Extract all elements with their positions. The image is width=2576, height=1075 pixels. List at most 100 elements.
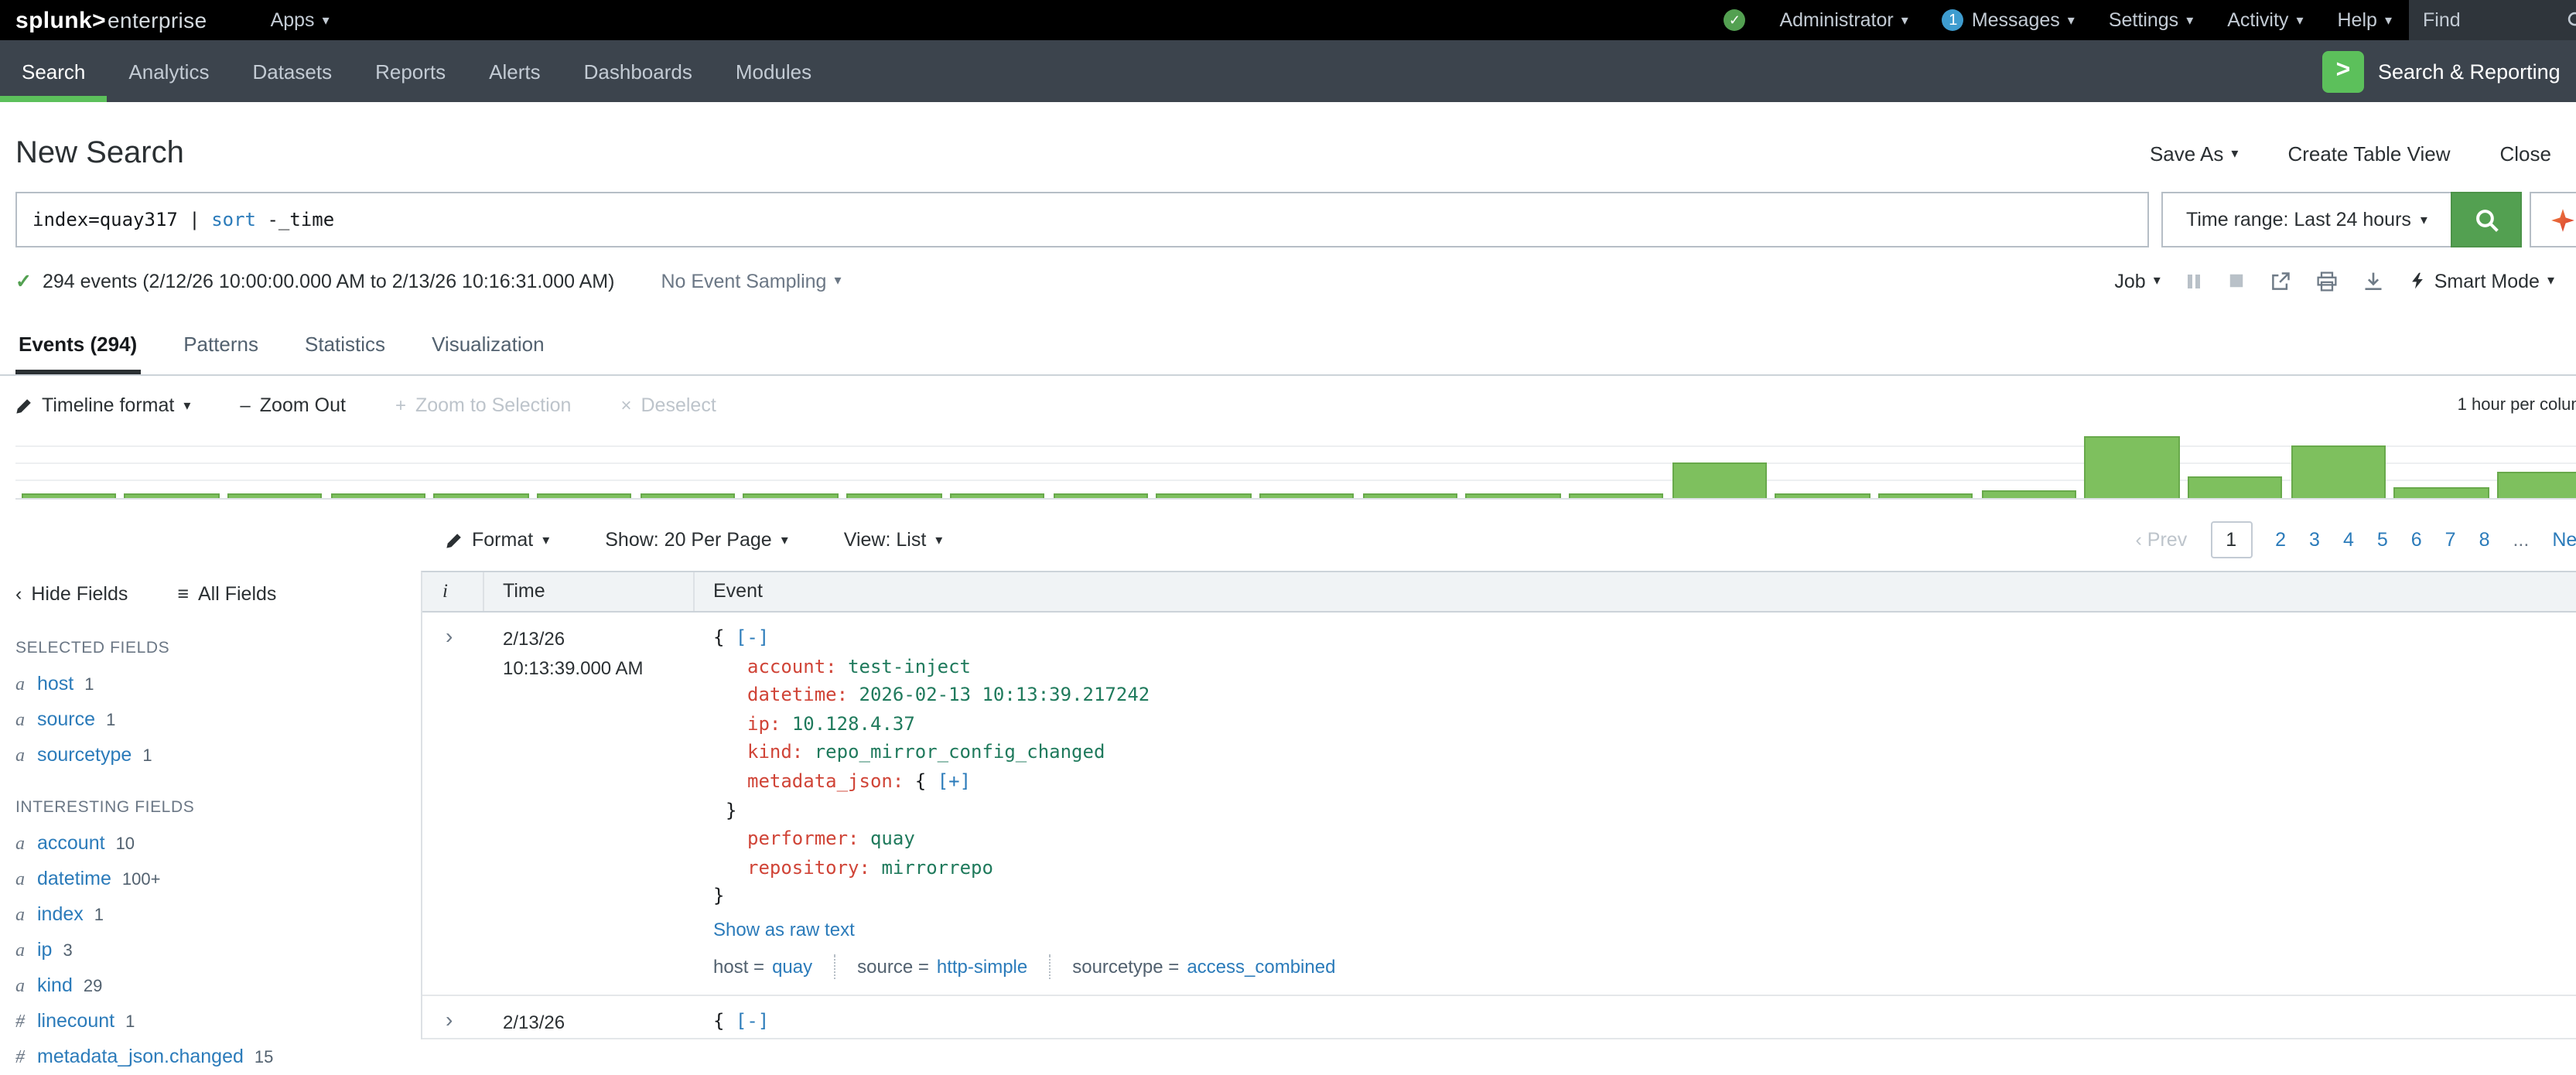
- meta-field-value[interactable]: http-simple: [937, 956, 1027, 978]
- page-button-2[interactable]: 2: [2275, 529, 2286, 551]
- result-tab-events[interactable]: Events (294): [15, 320, 140, 374]
- nav-tab-datasets[interactable]: Datasets: [231, 40, 354, 102]
- timeline-bar[interactable]: [846, 493, 941, 498]
- save-as-menu[interactable]: Save As ▾: [2150, 142, 2238, 166]
- timeline-bar[interactable]: [641, 493, 736, 498]
- field-item-ip[interactable]: aip3: [15, 939, 405, 962]
- timeline-bar[interactable]: [330, 493, 425, 498]
- nav-tab-dashboards[interactable]: Dashboards: [562, 40, 714, 102]
- result-tab-patterns[interactable]: Patterns: [180, 320, 261, 374]
- result-tab-statistics[interactable]: Statistics: [302, 320, 388, 374]
- health-status-menu[interactable]: ✓: [1707, 0, 1762, 40]
- json-collapse-toggle[interactable]: [-]: [736, 1010, 769, 1032]
- find-input[interactable]: Find: [2409, 0, 2576, 40]
- ai-assistant-button[interactable]: [2530, 192, 2576, 247]
- timeline-bar[interactable]: [2497, 472, 2576, 498]
- field-item-sourcetype[interactable]: asourcetype1: [15, 744, 405, 767]
- timeline-bar[interactable]: [537, 493, 632, 498]
- page-button-8[interactable]: 8: [2479, 529, 2490, 551]
- timeline-bar[interactable]: [1569, 493, 1664, 498]
- apps-menu[interactable]: Apps ▾: [254, 0, 347, 40]
- timeline-bar[interactable]: [1672, 462, 1767, 498]
- nav-tab-reports[interactable]: Reports: [354, 40, 467, 102]
- page-button-4[interactable]: 4: [2343, 529, 2354, 551]
- print-button[interactable]: [2317, 270, 2339, 292]
- expand-row-icon[interactable]: ›: [446, 1007, 453, 1032]
- page-button-1[interactable]: 1: [2210, 521, 2252, 558]
- expand-row-icon[interactable]: ›: [446, 623, 453, 648]
- timeline-bar[interactable]: [1878, 493, 1973, 498]
- create-table-view-button[interactable]: Create Table View: [2287, 142, 2450, 166]
- timeline-bar-slot: [2184, 476, 2287, 498]
- event-timeline-chart[interactable]: [15, 428, 2576, 500]
- result-tab-visualization[interactable]: Visualization: [429, 320, 548, 374]
- view-menu[interactable]: View: List ▾: [844, 529, 943, 551]
- page-button-5[interactable]: 5: [2377, 529, 2388, 551]
- job-menu[interactable]: Job ▾: [2114, 270, 2160, 292]
- timeline-format-menu[interactable]: Timeline format ▾: [15, 394, 190, 416]
- search-query-input[interactable]: index=quay317 | sort -_time: [15, 192, 2149, 247]
- timeline-bar[interactable]: [743, 493, 839, 498]
- messages-menu[interactable]: 1 Messages ▾: [1925, 0, 2092, 40]
- timeline-bar[interactable]: [2188, 476, 2283, 498]
- prev-page-button: ‹ Prev: [2136, 529, 2188, 551]
- app-switcher[interactable]: > Search & Reporting: [2322, 40, 2576, 102]
- timeline-bar[interactable]: [21, 493, 116, 498]
- meta-field-label: host =: [713, 956, 764, 978]
- nav-tab-analytics[interactable]: Analytics: [107, 40, 231, 102]
- nav-tab-alerts[interactable]: Alerts: [467, 40, 562, 102]
- nav-tab-modules[interactable]: Modules: [714, 40, 833, 102]
- field-item-index[interactable]: aindex1: [15, 903, 405, 927]
- timeline-bar[interactable]: [1362, 493, 1457, 498]
- json-collapse-toggle[interactable]: [-]: [736, 626, 769, 648]
- field-item-account[interactable]: aaccount10: [15, 832, 405, 855]
- page-button-3[interactable]: 3: [2309, 529, 2320, 551]
- timeline-bar[interactable]: [1466, 493, 1561, 498]
- help-menu[interactable]: Help ▾: [2321, 0, 2410, 40]
- share-button[interactable]: [2270, 270, 2292, 292]
- per-page-menu[interactable]: Show: 20 Per Page ▾: [605, 529, 788, 551]
- time-range-label: Time range: Last 24 hours: [2186, 209, 2411, 230]
- search-mode-menu[interactable]: Smart Mode ▾: [2410, 270, 2554, 292]
- nav-tab-search[interactable]: Search: [0, 40, 107, 102]
- field-item-datetime[interactable]: adatetime100+: [15, 868, 405, 891]
- page-button-6[interactable]: 6: [2411, 529, 2422, 551]
- timeline-bar[interactable]: [434, 493, 529, 498]
- close-button[interactable]: Close: [2500, 142, 2552, 166]
- zoom-out-button[interactable]: – Zoom Out: [240, 394, 346, 416]
- timeline-bar[interactable]: [1156, 493, 1251, 498]
- timeline-bar[interactable]: [1259, 493, 1355, 498]
- meta-field-value[interactable]: quay: [772, 956, 812, 978]
- search-button[interactable]: [2451, 192, 2522, 247]
- all-fields-link[interactable]: ≡ All Fields: [177, 583, 276, 605]
- page-button-7[interactable]: 7: [2445, 529, 2456, 551]
- timeline-bar[interactable]: [1775, 493, 1871, 498]
- timeline-bar[interactable]: [950, 493, 1045, 498]
- timeline-bar[interactable]: [2291, 445, 2386, 498]
- event-sampling-menu[interactable]: No Event Sampling ▾: [661, 270, 841, 292]
- format-menu[interactable]: Format ▾: [446, 529, 549, 551]
- field-item-metadata_json.changed[interactable]: #metadata_json.changed15: [15, 1046, 405, 1069]
- field-item-source[interactable]: asource1: [15, 708, 405, 732]
- timeline-bar[interactable]: [1053, 493, 1148, 498]
- export-button[interactable]: [2363, 270, 2385, 292]
- time-range-picker[interactable]: Time range: Last 24 hours ▾: [2161, 192, 2452, 247]
- hide-fields-link[interactable]: ‹ Hide Fields: [15, 583, 128, 605]
- field-item-host[interactable]: ahost1: [15, 673, 405, 696]
- timeline-bar-slot: [224, 493, 326, 498]
- timeline-bar[interactable]: [2394, 487, 2489, 498]
- show-raw-text-link[interactable]: Show as raw text: [713, 919, 855, 940]
- timeline-bar[interactable]: [2085, 436, 2180, 498]
- timeline-bar[interactable]: [1981, 490, 2076, 498]
- field-item-kind[interactable]: akind29: [15, 974, 405, 998]
- json-expand-toggle[interactable]: [+]: [938, 770, 971, 792]
- meta-field-value[interactable]: access_combined: [1187, 956, 1335, 978]
- activity-menu[interactable]: Activity ▾: [2210, 0, 2320, 40]
- timeline-bar[interactable]: [125, 493, 220, 498]
- next-page-button[interactable]: Next ›: [2552, 529, 2576, 551]
- timeline-bar[interactable]: [227, 493, 323, 498]
- settings-menu[interactable]: Settings ▾: [2092, 0, 2210, 40]
- field-item-linecount[interactable]: #linecount1: [15, 1010, 405, 1033]
- user-menu[interactable]: Administrator ▾: [1762, 0, 1925, 40]
- logo-gt-icon: >: [92, 7, 106, 33]
